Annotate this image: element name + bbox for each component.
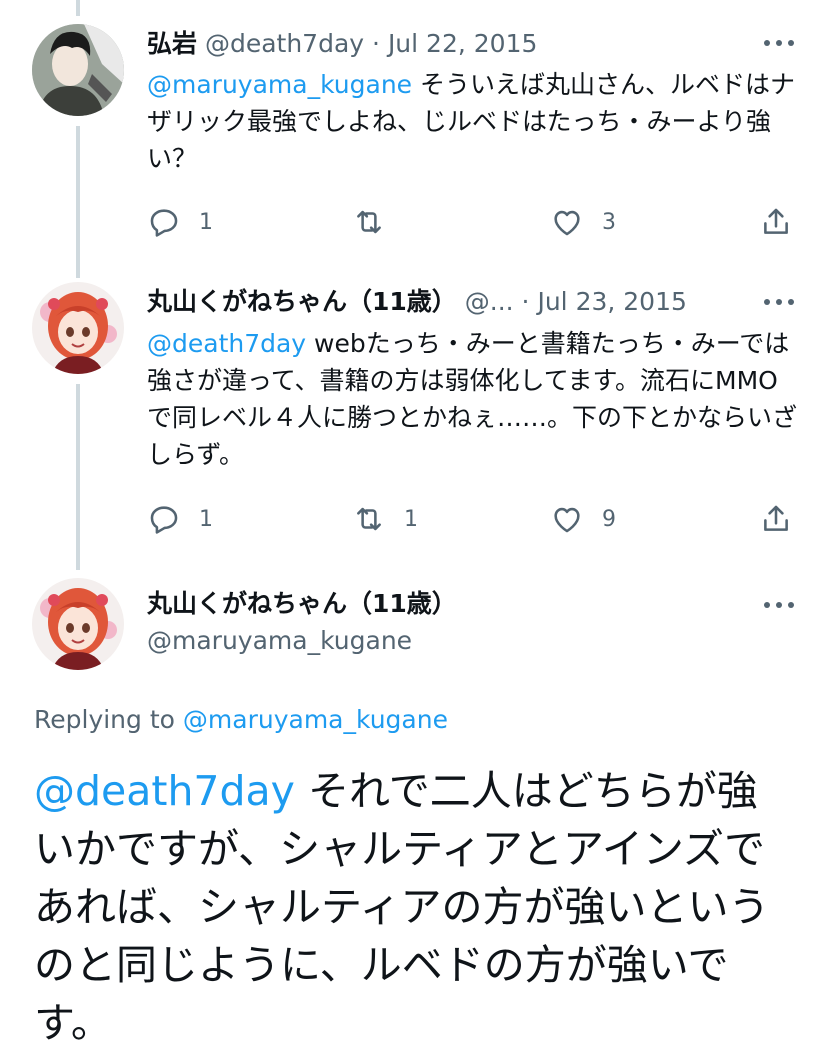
replying-label: Replying to <box>34 705 175 734</box>
more-icon[interactable] <box>764 600 794 610</box>
reply-icon <box>150 209 178 237</box>
tweet-header: 弘岩 @death7day · Jul 22, 2015 <box>147 28 537 60</box>
reply-button[interactable]: 1 <box>147 202 213 242</box>
main-tweet-text: @death7day それで二人はどちらが強いかですが、シャルティアとアインズで… <box>34 762 794 1052</box>
timestamp[interactable]: Jul 23, 2015 <box>537 287 686 316</box>
main-display-name: 丸山くがねちゃん（11歳） <box>147 588 457 620</box>
share-button[interactable] <box>759 499 793 539</box>
handle[interactable]: @death7day <box>205 29 364 58</box>
avatar[interactable] <box>32 578 124 670</box>
mention-link[interactable]: @death7day <box>34 767 295 815</box>
like-count: 9 <box>602 506 616 532</box>
share-icon <box>764 208 788 234</box>
separator: · <box>521 287 530 316</box>
action-bar: 1 3 <box>147 202 797 242</box>
display-name[interactable]: 丸山くがねちゃん（11歳） <box>147 589 457 618</box>
retweet-button[interactable]: 1 <box>352 499 418 539</box>
thread-line-1 <box>76 126 80 278</box>
display-name[interactable]: 弘岩 <box>147 29 197 58</box>
reply-count: 1 <box>199 209 213 235</box>
replying-to: Replying to @maruyama_kugane <box>34 703 448 737</box>
avatar[interactable] <box>32 282 124 374</box>
like-icon <box>554 210 580 236</box>
retweet-icon <box>357 507 381 531</box>
separator: · <box>372 29 380 58</box>
share-icon <box>764 505 788 531</box>
reply-button[interactable]: 1 <box>147 499 213 539</box>
main-handle-row: @maruyama_kugane <box>147 625 412 657</box>
replying-to-link[interactable]: @maruyama_kugane <box>183 705 448 734</box>
reply-icon <box>150 506 178 534</box>
avatar[interactable] <box>32 24 124 116</box>
retweet-button[interactable] <box>352 202 404 242</box>
share-button[interactable] <box>759 202 793 242</box>
thread-line-top <box>76 0 80 16</box>
more-icon[interactable] <box>764 297 794 307</box>
thread-line-2 <box>76 384 80 570</box>
like-button[interactable]: 9 <box>550 499 616 539</box>
like-count: 3 <box>602 209 616 235</box>
handle[interactable]: @... <box>465 287 514 316</box>
retweet-icon <box>357 210 381 234</box>
retweet-count: 1 <box>404 506 418 532</box>
handle[interactable]: @maruyama_kugane <box>147 626 412 655</box>
mention-link[interactable]: @maruyama_kugane <box>147 70 412 99</box>
timestamp[interactable]: Jul 22, 2015 <box>388 29 537 58</box>
tweet-text: @maruyama_kugane そういえば丸山さん、ルベドはナザリック最強でし… <box>147 66 797 177</box>
mention-link[interactable]: @death7day <box>147 329 306 358</box>
like-icon <box>554 507 580 533</box>
more-icon[interactable] <box>764 38 794 48</box>
reply-count: 1 <box>199 506 213 532</box>
action-bar: 1 1 9 <box>147 499 797 539</box>
tweet-text: @death7day webたっち・みーと書籍たっち・みーでは強さが違って、書籍… <box>147 325 797 473</box>
like-button[interactable]: 3 <box>550 202 616 242</box>
display-name[interactable]: 丸山くがねちゃん（11歳） <box>147 287 457 316</box>
tweet-header: 丸山くがねちゃん（11歳） @... · Jul 23, 2015 <box>147 286 687 318</box>
